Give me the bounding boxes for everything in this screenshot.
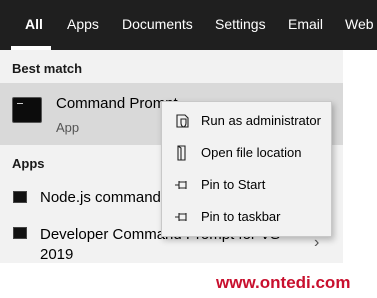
nodejs-prompt-app-icon [13,191,27,203]
shield-icon [176,114,189,128]
file-location-icon [177,145,186,161]
menu-item-label: Pin to taskbar [201,209,281,224]
menu-item-pin-to-start[interactable]: Pin to Start [162,171,331,201]
tab-web[interactable]: Web [345,16,374,32]
menu-item-label: Pin to Start [201,177,266,192]
pin-icon [175,181,187,189]
apps-heading: Apps [12,156,45,171]
best-match-subtitle: App [56,120,80,135]
context-menu: Run as administrator Open file location … [161,101,332,237]
app-result-label-line2: 2019 [40,246,74,263]
tab-apps[interactable]: Apps [67,16,99,32]
tab-all[interactable]: All [25,16,43,32]
menu-item-label: Run as administrator [201,113,321,128]
search-tab-bar: All Apps Documents Settings Email Web [0,0,377,50]
windows-search-window: All Apps Documents Settings Email Web Be… [0,0,377,298]
best-match-title: Command Prompt [56,95,178,112]
menu-item-open-file-location[interactable]: Open file location [162,139,331,169]
preview-pane-edge [343,50,377,263]
menu-item-run-as-administrator[interactable]: Run as administrator [162,107,331,137]
pin-icon [175,213,187,221]
tab-email[interactable]: Email [288,16,323,32]
tab-settings[interactable]: Settings [215,16,266,32]
tab-documents[interactable]: Documents [122,16,193,32]
menu-item-label: Open file location [201,145,302,160]
menu-item-pin-to-taskbar[interactable]: Pin to taskbar [162,203,331,233]
best-match-heading: Best match [12,61,83,76]
watermark-text: www.ontedi.com [216,273,351,292]
developer-prompt-app-icon [13,227,27,239]
command-prompt-app-icon [12,97,42,123]
